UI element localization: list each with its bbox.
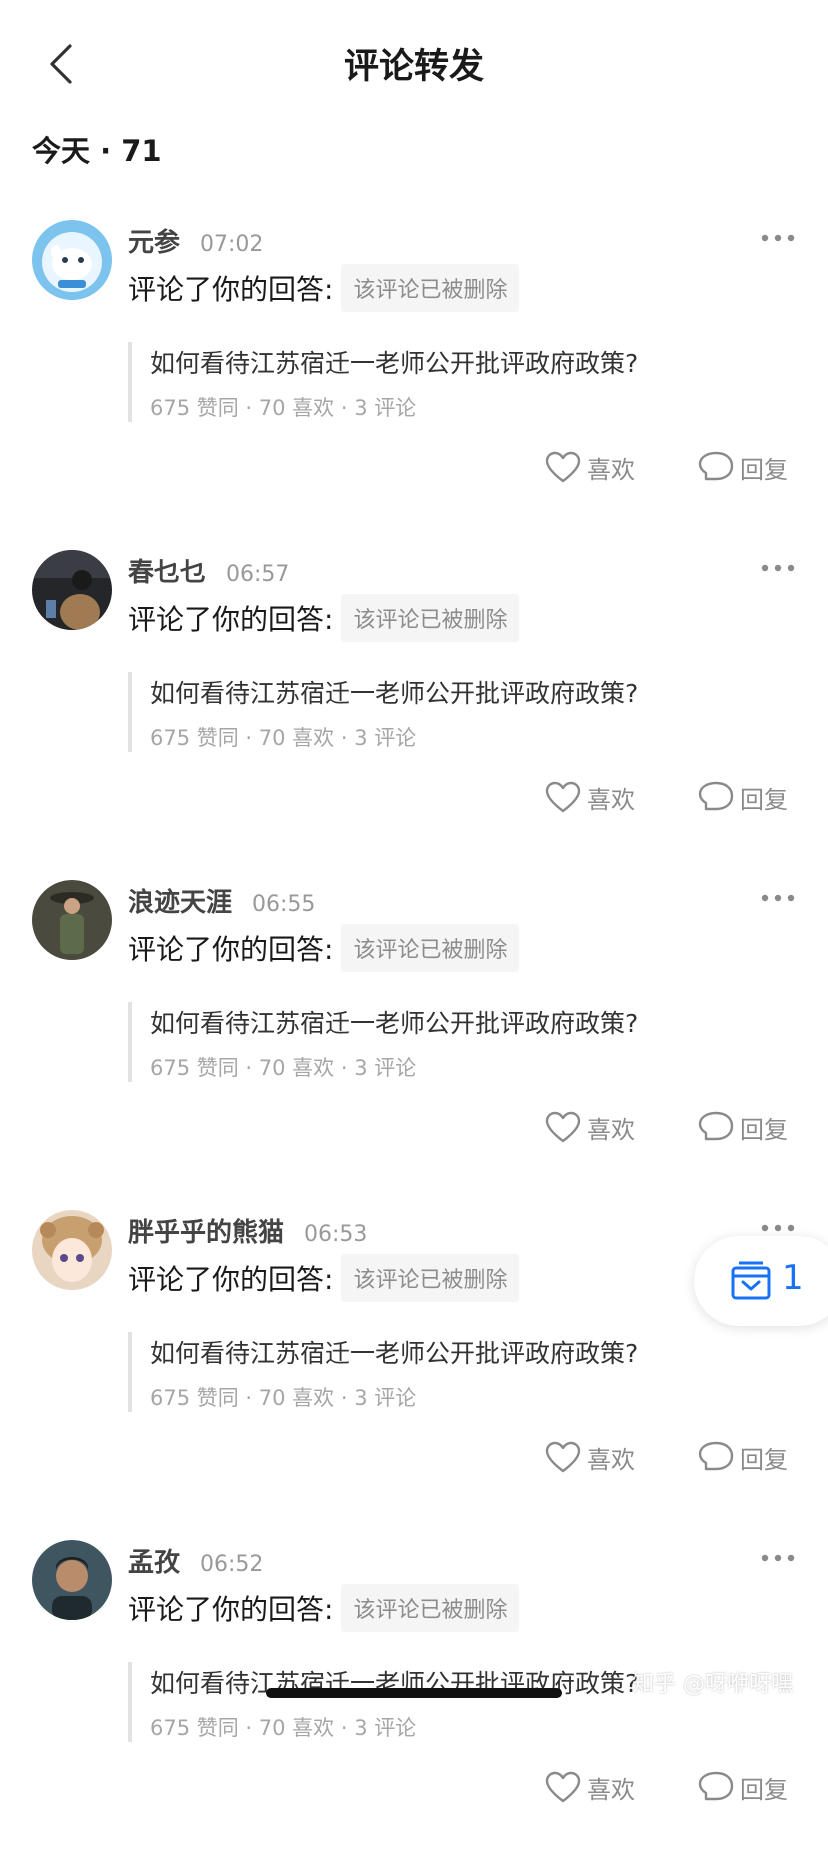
username[interactable]: 胖乎乎的熊猫 bbox=[128, 1212, 284, 1249]
reply-button[interactable]: 回复 bbox=[698, 450, 788, 485]
quoted-question-title: 如何看待江苏宿迁一老师公开批评政府政策? bbox=[150, 1009, 639, 1038]
reply-label: 回复 bbox=[740, 786, 788, 814]
deleted-comment-tag: 该评论已被删除 bbox=[341, 264, 520, 312]
quoted-answer[interactable]: 如何看待江苏宿迁一老师公开批评政府政策? 675 赞同 · 70 喜欢 · 3 … bbox=[128, 1002, 792, 1082]
timestamp: 06:55 bbox=[252, 892, 316, 917]
more-options-button[interactable] bbox=[756, 884, 800, 912]
heart-icon bbox=[545, 451, 581, 482]
heart-icon bbox=[545, 1441, 581, 1472]
like-label: 喜欢 bbox=[587, 456, 635, 484]
reply-bubble-icon bbox=[698, 781, 734, 810]
quoted-answer-stats: 675 赞同 · 70 喜欢 · 3 评论 bbox=[150, 1716, 417, 1740]
avatar[interactable] bbox=[32, 550, 112, 630]
like-button[interactable]: 喜欢 bbox=[545, 1440, 635, 1475]
avatar[interactable] bbox=[32, 1210, 112, 1290]
more-horizontal-icon bbox=[761, 894, 795, 902]
timestamp: 07:02 bbox=[200, 232, 264, 257]
timestamp: 06:53 bbox=[304, 1222, 368, 1247]
reply-button[interactable]: 回复 bbox=[698, 1110, 788, 1145]
like-button[interactable]: 喜欢 bbox=[545, 450, 635, 485]
quoted-answer-stats: 675 赞同 · 70 喜欢 · 3 评论 bbox=[150, 1056, 417, 1080]
reply-bubble-icon bbox=[698, 1771, 734, 1800]
action-text: 评论了你的回答: bbox=[128, 1263, 334, 1296]
like-button[interactable]: 喜欢 bbox=[545, 780, 635, 815]
inbox-count: 1 bbox=[782, 1258, 804, 1298]
quoted-question-title: 如何看待江苏宿迁一老师公开批评政府政策? bbox=[150, 679, 639, 708]
heart-icon bbox=[545, 781, 581, 812]
more-options-button[interactable] bbox=[756, 1544, 800, 1572]
deleted-comment-tag: 该评论已被删除 bbox=[341, 1254, 520, 1302]
deleted-comment-tag: 该评论已被删除 bbox=[341, 594, 520, 642]
reply-bubble-icon bbox=[698, 1441, 734, 1470]
more-options-button[interactable] bbox=[756, 224, 800, 252]
like-button[interactable]: 喜欢 bbox=[545, 1770, 635, 1805]
deleted-comment-tag: 该评论已被删除 bbox=[341, 924, 520, 972]
notification-item: 元参 07:02 评论了你的回答: 该评论已被删除 如何看待江苏宿迁一老师公开批… bbox=[0, 220, 828, 550]
section-date-count: 今天 · 71 bbox=[32, 134, 162, 168]
top-nav-bar: 评论转发 bbox=[0, 0, 828, 128]
timestamp: 06:57 bbox=[226, 562, 290, 587]
home-indicator bbox=[266, 1688, 562, 1698]
notification-item: 浪迹天涯 06:55 评论了你的回答: 该评论已被删除 如何看待江苏宿迁一老师公… bbox=[0, 880, 828, 1210]
avatar[interactable] bbox=[32, 220, 112, 300]
reply-label: 回复 bbox=[740, 456, 788, 484]
quoted-question-title: 如何看待江苏宿迁一老师公开批评政府政策? bbox=[150, 349, 639, 378]
more-horizontal-icon bbox=[761, 1554, 795, 1562]
reply-button[interactable]: 回复 bbox=[698, 780, 788, 815]
heart-icon bbox=[545, 1111, 581, 1142]
reply-button[interactable]: 回复 bbox=[698, 1440, 788, 1475]
quoted-answer-stats: 675 赞同 · 70 喜欢 · 3 评论 bbox=[150, 726, 417, 750]
like-label: 喜欢 bbox=[587, 786, 635, 814]
reply-label: 回复 bbox=[740, 1776, 788, 1804]
action-text: 评论了你的回答: bbox=[128, 933, 334, 966]
more-horizontal-icon bbox=[761, 564, 795, 572]
reply-bubble-icon bbox=[698, 451, 734, 480]
quoted-answer[interactable]: 如何看待江苏宿迁一老师公开批评政府政策? 675 赞同 · 70 喜欢 · 3 … bbox=[128, 342, 792, 422]
username[interactable]: 春乜乜 bbox=[128, 552, 206, 589]
notification-item: 孟孜 06:52 评论了你的回答: 该评论已被删除 如何看待江苏宿迁一老师公开批… bbox=[0, 1540, 828, 1870]
page-title: 评论转发 bbox=[343, 47, 484, 87]
like-label: 喜欢 bbox=[587, 1776, 635, 1804]
like-label: 喜欢 bbox=[587, 1116, 635, 1144]
username[interactable]: 孟孜 bbox=[128, 1542, 180, 1579]
avatar[interactable] bbox=[32, 880, 112, 960]
action-text: 评论了你的回答: bbox=[128, 273, 334, 306]
reply-label: 回复 bbox=[740, 1116, 788, 1144]
quoted-answer-stats: 675 赞同 · 70 喜欢 · 3 评论 bbox=[150, 396, 417, 420]
action-text: 评论了你的回答: bbox=[128, 1593, 334, 1626]
inbox-download-icon bbox=[731, 1261, 771, 1300]
like-button[interactable]: 喜欢 bbox=[545, 1110, 635, 1145]
reply-bubble-icon bbox=[698, 1111, 734, 1140]
deleted-comment-tag: 该评论已被删除 bbox=[341, 1584, 520, 1632]
username[interactable]: 元参 bbox=[128, 222, 180, 259]
avatar[interactable] bbox=[32, 1540, 112, 1620]
heart-icon bbox=[545, 1771, 581, 1802]
quoted-answer-stats: 675 赞同 · 70 喜欢 · 3 评论 bbox=[150, 1386, 417, 1410]
like-label: 喜欢 bbox=[587, 1446, 635, 1474]
username[interactable]: 浪迹天涯 bbox=[128, 882, 232, 919]
floating-inbox-button[interactable]: 1 bbox=[694, 1236, 828, 1326]
more-options-button[interactable] bbox=[756, 554, 800, 582]
quoted-question-title: 如何看待江苏宿迁一老师公开批评政府政策? bbox=[150, 1339, 639, 1368]
more-horizontal-icon bbox=[761, 234, 795, 242]
watermark: 知乎 @呀咿呀嘿 bbox=[632, 1672, 793, 1697]
action-text: 评论了你的回答: bbox=[128, 603, 334, 636]
quoted-answer[interactable]: 如何看待江苏宿迁一老师公开批评政府政策? 675 赞同 · 70 喜欢 · 3 … bbox=[128, 1332, 792, 1412]
reply-button[interactable]: 回复 bbox=[698, 1770, 788, 1805]
notification-item: 春乜乜 06:57 评论了你的回答: 该评论已被删除 如何看待江苏宿迁一老师公开… bbox=[0, 550, 828, 880]
timestamp: 06:52 bbox=[200, 1552, 264, 1577]
quoted-answer[interactable]: 如何看待江苏宿迁一老师公开批评政府政策? 675 赞同 · 70 喜欢 · 3 … bbox=[128, 672, 792, 752]
reply-label: 回复 bbox=[740, 1446, 788, 1474]
